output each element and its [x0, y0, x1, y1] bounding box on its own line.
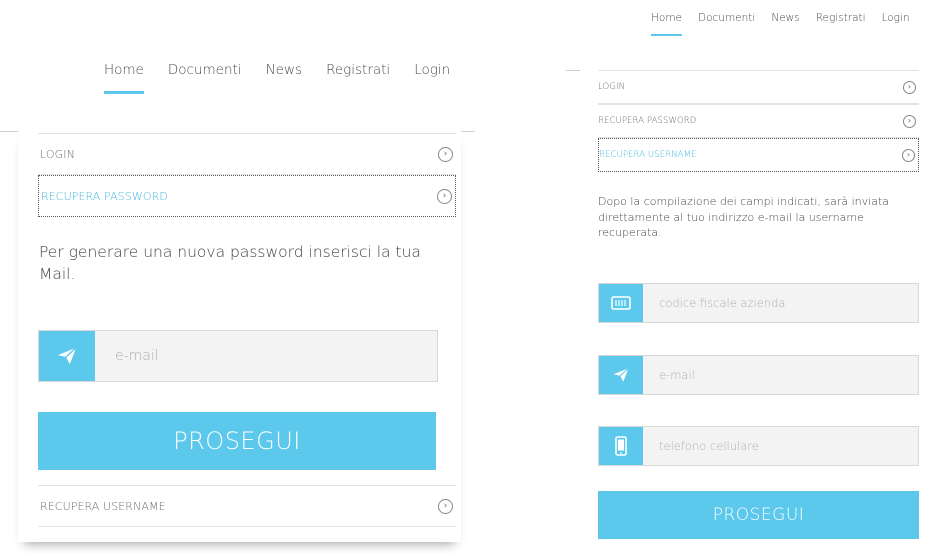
main-nav-2: Home Documenti News Registrati Login	[651, 12, 926, 36]
prosegui-button[interactable]: PROSEGUI	[598, 491, 919, 539]
menu-item-recupera-password[interactable]: RECUPERA PASSWORD ›	[598, 104, 919, 138]
nav-documenti[interactable]: Documenti	[168, 62, 242, 78]
menu-item-login[interactable]: LOGIN ›	[598, 70, 919, 104]
nav-home[interactable]: Home	[651, 12, 683, 36]
menu-item-label: RECUPERA USERNAME	[599, 150, 697, 160]
telefono-field	[598, 426, 919, 466]
id-card-icon	[599, 284, 643, 322]
telefono-input[interactable]	[643, 427, 918, 465]
menu-item-label: RECUPERA PASSWORD	[41, 189, 168, 203]
chevron-right-icon: ›	[902, 148, 915, 162]
nav-news[interactable]: News	[771, 12, 799, 24]
divider	[461, 131, 475, 132]
prosegui-button[interactable]: PROSEGUI	[38, 412, 436, 470]
menu-item-recupera-password[interactable]: RECUPERA PASSWORD ›	[38, 175, 456, 217]
password-recovery-panel: LOGIN › RECUPERA PASSWORD › Per generare…	[18, 130, 461, 542]
nav-news[interactable]: News	[266, 62, 302, 78]
paper-plane-icon	[39, 331, 95, 381]
codice-fiscale-field	[598, 283, 919, 323]
menu-item-login[interactable]: LOGIN ›	[38, 133, 456, 175]
nav-login[interactable]: Login	[882, 12, 910, 24]
instructions-text: Dopo la compilazione dei campi indicati,…	[598, 195, 890, 239]
nav-home[interactable]: Home	[104, 62, 144, 94]
chevron-right-icon: ›	[438, 498, 453, 514]
divider	[0, 131, 18, 132]
instructions-text: Per generare una nuova password inserisc…	[39, 243, 421, 283]
chevron-right-icon: ›	[903, 80, 916, 94]
nav-documenti[interactable]: Documenti	[698, 12, 755, 24]
email-field	[598, 355, 919, 395]
chevron-right-icon: ›	[903, 114, 916, 128]
email-field	[38, 330, 438, 382]
main-nav: Home Documenti News Registrati Login	[104, 62, 474, 94]
divider	[566, 70, 580, 71]
chevron-right-icon: ›	[438, 146, 453, 162]
menu-item-label: RECUPERA PASSWORD	[598, 116, 697, 126]
menu-item-label: LOGIN	[598, 82, 626, 92]
menu-item-label: LOGIN	[40, 147, 75, 161]
email-input[interactable]	[643, 356, 918, 394]
menu-item-recupera-username[interactable]: RECUPERA USERNAME ›	[598, 138, 919, 172]
smartphone-icon	[599, 427, 643, 465]
email-input[interactable]	[95, 331, 437, 381]
nav-registrati[interactable]: Registrati	[816, 12, 866, 24]
username-recovery-panel: LOGIN › RECUPERA PASSWORD › RECUPERA USE…	[582, 70, 932, 554]
menu-item-recupera-username[interactable]: RECUPERA USERNAME ›	[38, 485, 456, 527]
nav-login[interactable]: Login	[414, 62, 450, 78]
nav-registrati[interactable]: Registrati	[326, 62, 390, 78]
paper-plane-icon	[599, 356, 643, 394]
menu-item-label: RECUPERA USERNAME	[40, 499, 166, 513]
codice-fiscale-input[interactable]	[643, 284, 918, 322]
chevron-right-icon: ›	[437, 188, 452, 204]
